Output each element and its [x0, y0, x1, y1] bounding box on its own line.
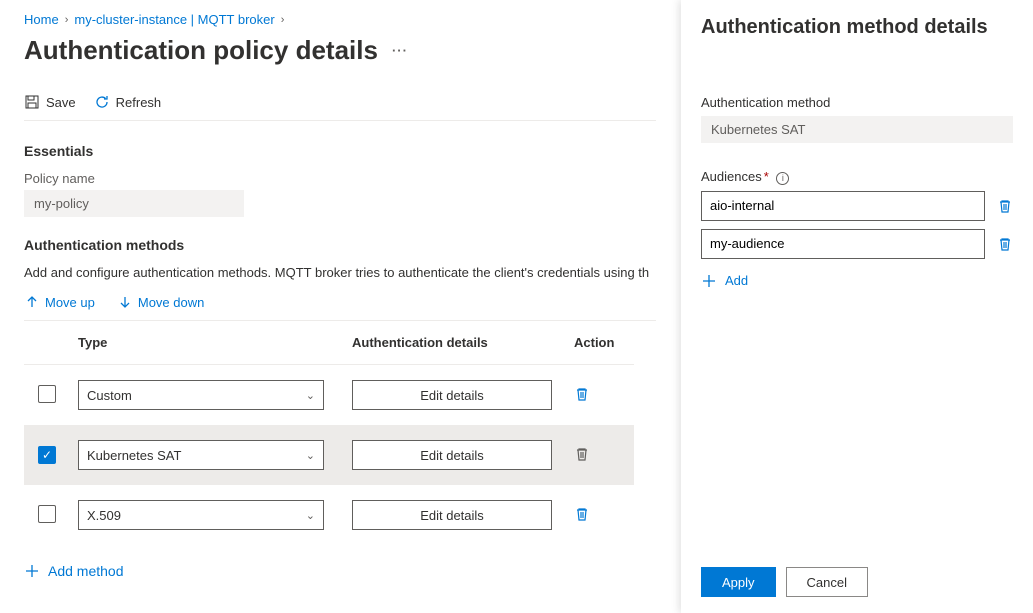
trash-icon[interactable] — [574, 506, 590, 522]
type-select[interactable]: X.509 ⌄ — [78, 500, 324, 530]
essentials-heading: Essentials — [24, 143, 656, 159]
move-up-label: Move up — [45, 295, 95, 310]
table-row: Custom ⌄ Edit details — [24, 365, 634, 425]
breadcrumb: Home › my-cluster-instance | MQTT broker… — [24, 12, 656, 27]
table-row: Kubernetes SAT ⌄ Edit details — [24, 425, 634, 485]
refresh-label: Refresh — [116, 95, 162, 110]
cancel-button[interactable]: Cancel — [786, 567, 868, 597]
add-audience-button[interactable]: Add — [701, 273, 1013, 289]
move-down-label: Move down — [138, 295, 204, 310]
methods-heading: Authentication methods — [24, 237, 656, 253]
edit-details-button[interactable]: Edit details — [352, 500, 552, 530]
row-checkbox[interactable] — [38, 446, 56, 464]
type-value: Kubernetes SAT — [87, 448, 181, 463]
page-title: Authentication policy details — [24, 35, 378, 66]
save-icon — [24, 94, 40, 110]
table-row: X.509 ⌄ Edit details — [24, 485, 634, 545]
plus-icon — [701, 273, 717, 289]
panel-footer: Apply Cancel — [701, 567, 1013, 597]
column-auth: Authentication details — [352, 335, 574, 350]
refresh-button[interactable]: Refresh — [94, 94, 162, 110]
audience-row — [701, 229, 1013, 259]
save-label: Save — [46, 95, 76, 110]
page-title-row: Authentication policy details ··· — [24, 35, 656, 66]
type-select[interactable]: Kubernetes SAT ⌄ — [78, 440, 324, 470]
add-method-label: Add method — [48, 563, 124, 579]
save-button[interactable]: Save — [24, 94, 76, 110]
trash-icon[interactable] — [997, 198, 1013, 214]
toolbar: Save Refresh — [24, 94, 656, 121]
add-method-button[interactable]: Add method — [24, 563, 124, 579]
chevron-down-icon: ⌄ — [306, 389, 315, 402]
add-audience-label: Add — [725, 273, 748, 288]
audience-input[interactable] — [701, 191, 985, 221]
breadcrumb-cluster[interactable]: my-cluster-instance | MQTT broker — [74, 12, 274, 27]
column-action: Action — [574, 335, 634, 350]
refresh-icon — [94, 94, 110, 110]
table-header: Type Authentication details Action — [24, 321, 634, 365]
plus-icon — [24, 563, 40, 579]
trash-icon[interactable] — [997, 236, 1013, 252]
row-checkbox[interactable] — [38, 505, 56, 523]
audience-input[interactable] — [701, 229, 985, 259]
move-down-button[interactable]: Move down — [117, 294, 204, 310]
audience-row — [701, 191, 1013, 221]
chevron-right-icon: › — [281, 14, 285, 26]
trash-icon[interactable] — [574, 386, 590, 402]
edit-details-button[interactable]: Edit details — [352, 440, 552, 470]
arrow-up-icon — [24, 294, 40, 310]
details-side-panel: Authentication method details Authentica… — [681, 0, 1033, 613]
move-controls: Move up Move down — [24, 294, 656, 321]
trash-icon[interactable] — [574, 446, 590, 462]
row-checkbox[interactable] — [38, 385, 56, 403]
policy-name-label: Policy name — [24, 171, 656, 186]
type-value: X.509 — [87, 508, 121, 523]
policy-name-value: my-policy — [24, 190, 244, 217]
column-type: Type — [78, 335, 352, 350]
chevron-right-icon: › — [65, 14, 69, 26]
edit-details-button[interactable]: Edit details — [352, 380, 552, 410]
breadcrumb-home[interactable]: Home — [24, 12, 59, 27]
chevron-down-icon: ⌄ — [306, 509, 315, 522]
type-value: Custom — [87, 388, 132, 403]
apply-button[interactable]: Apply — [701, 567, 776, 597]
info-icon[interactable]: i — [776, 172, 789, 185]
more-actions-button[interactable]: ··· — [392, 43, 408, 58]
type-select[interactable]: Custom ⌄ — [78, 380, 324, 410]
panel-title: Authentication method details — [701, 16, 1013, 39]
methods-description: Add and configure authentication methods… — [24, 265, 656, 280]
chevron-down-icon: ⌄ — [306, 449, 315, 462]
methods-table: Type Authentication details Action Custo… — [24, 321, 634, 545]
move-up-button[interactable]: Move up — [24, 294, 95, 310]
required-indicator: * — [764, 169, 769, 184]
audiences-label: Audiences* i — [701, 169, 1013, 185]
method-label: Authentication method — [701, 95, 1013, 110]
arrow-down-icon — [117, 294, 133, 310]
method-value: Kubernetes SAT — [701, 116, 1013, 143]
